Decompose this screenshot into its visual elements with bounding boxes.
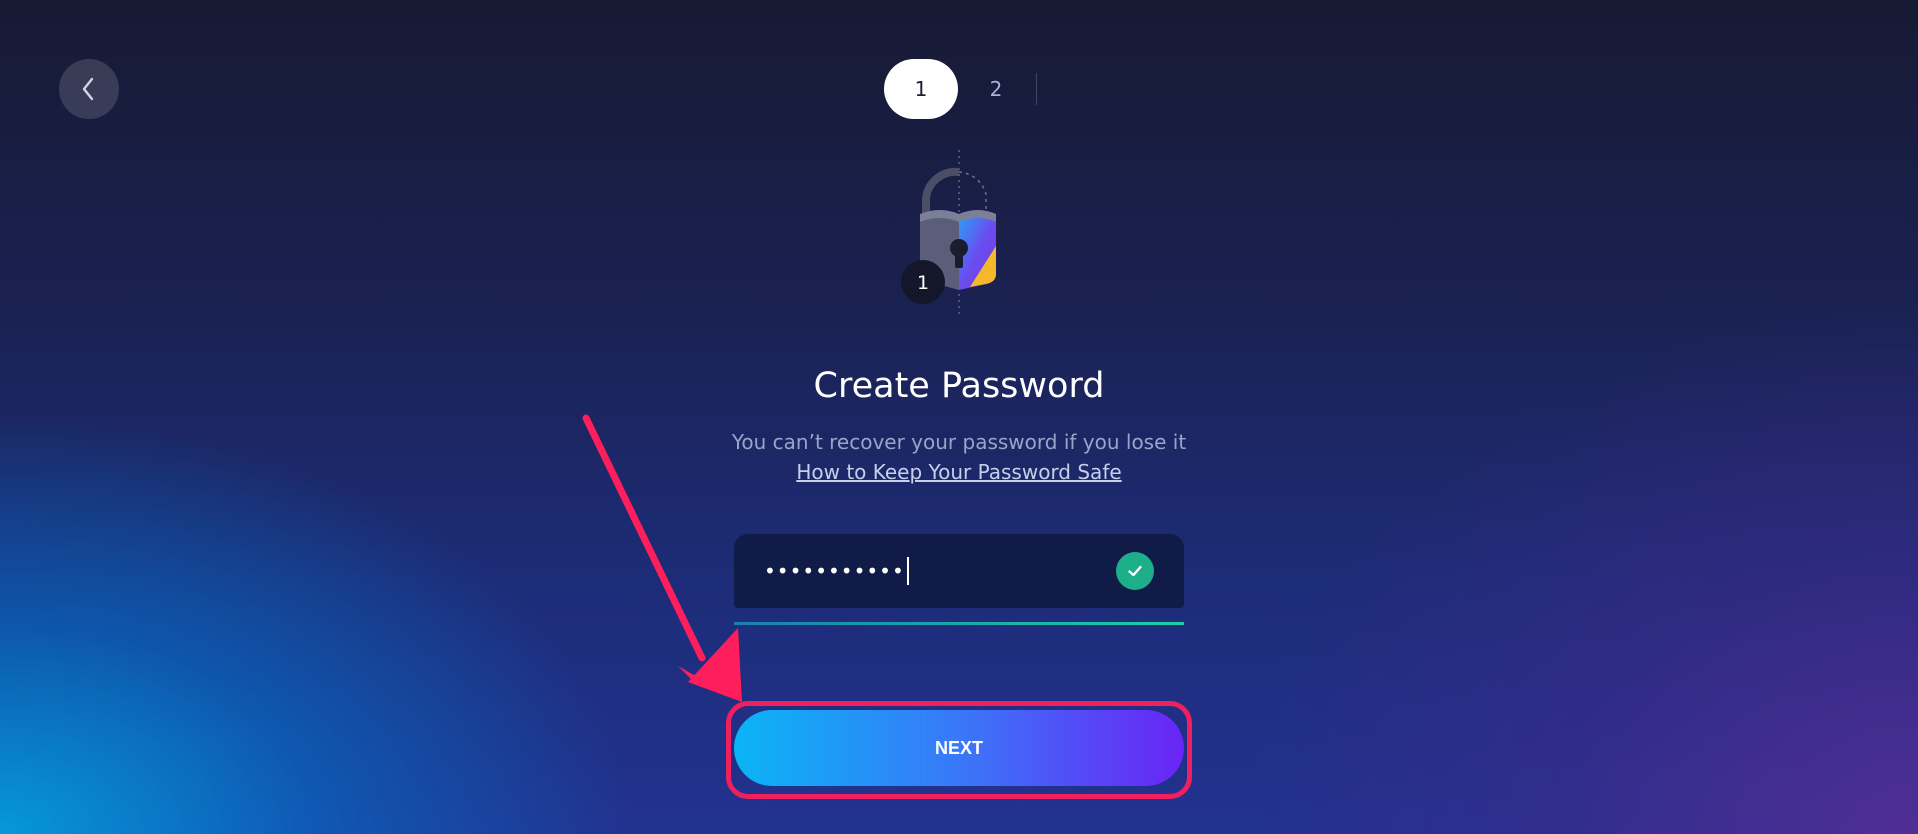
step-1[interactable]: 1 (884, 59, 958, 119)
next-button[interactable]: NEXT (734, 710, 1184, 786)
chevron-left-icon (82, 77, 94, 101)
checkmark-icon (1116, 552, 1154, 590)
illustration-badge: 1 (917, 272, 929, 294)
step-2[interactable]: 2 (958, 59, 1034, 119)
password-strength-bar (734, 622, 1184, 625)
stepper-divider (1036, 73, 1037, 105)
page-title: Create Password (813, 366, 1105, 406)
password-value: ••••••••••• (764, 559, 905, 583)
back-button[interactable] (59, 59, 119, 119)
text-caret (906, 557, 909, 585)
password-safety-link[interactable]: How to Keep Your Password Safe (0, 460, 1918, 484)
password-field[interactable]: ••••••••••• (734, 534, 1184, 608)
subtitle: You can’t recover your password if you l… (731, 430, 1187, 454)
stepper: 1 2 (884, 59, 1037, 119)
padlock-icon: 1 (901, 150, 996, 316)
